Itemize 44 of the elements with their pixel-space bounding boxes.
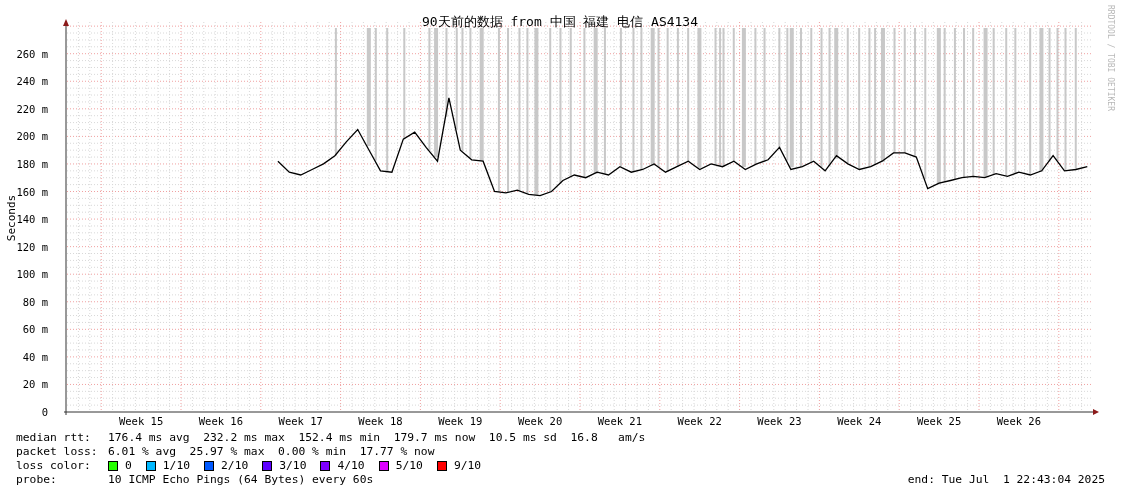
y-tick-label: 60 m	[22, 323, 48, 336]
legend-label: probe:	[16, 473, 58, 487]
x-tick-label: Week 21	[597, 415, 643, 427]
legend-label: median rtt:	[16, 431, 92, 445]
legend-values: 176.4 ms avg 232.2 ms max 152.4 ms min 179.7 ms now 10.5 ms sd 16.8 am/s	[108, 431, 646, 445]
y-tick-label: 180 m	[16, 157, 48, 170]
y-tick-label: 260 m	[16, 47, 48, 60]
x-tick-label: Week 25	[916, 415, 962, 427]
x-tick-label: Week 20	[517, 415, 563, 427]
credit-text: RRDTOOL / TOBI OETIKER	[1106, 5, 1115, 111]
legend-label: packet loss:	[16, 445, 99, 459]
y-axis-title: Seconds	[5, 194, 18, 242]
y-tick-label: 240 m	[16, 75, 48, 88]
y-tick-label: 0	[41, 406, 48, 418]
x-tick-label: Week 22	[677, 415, 722, 427]
y-tick-label: 160 m	[16, 185, 48, 198]
swatch-label: 2/10	[221, 459, 249, 473]
x-tick-label: Week 26	[996, 415, 1042, 427]
y-tick-label: 220 m	[16, 102, 48, 115]
x-tick-label: Week 18	[358, 415, 403, 427]
swatch-label: 3/10	[279, 459, 307, 473]
swatch-label: 4/10	[337, 459, 365, 473]
x-tick-label: Week 17	[278, 415, 323, 427]
y-tick-label: 120 m	[16, 240, 48, 253]
x-tick-label: Week 24	[837, 415, 882, 427]
x-tick-label: Week 16	[198, 415, 244, 427]
swatch-label: 1/10	[162, 459, 191, 473]
chart-title: 90天前的数据 from 中国 福建 电信 AS4134	[421, 14, 699, 29]
y-tick-label: 200 m	[16, 130, 48, 143]
y-tick-label: 100 m	[16, 268, 48, 281]
y-tick-label: 20 m	[22, 378, 48, 391]
probe-text: 10 ICMP Echo Pings (64 Bytes) every 60s	[108, 473, 374, 487]
y-tick-label: 140 m	[16, 213, 48, 226]
y-tick-label: 80 m	[22, 295, 48, 308]
swatch-label: 5/10	[395, 459, 423, 473]
legend-values: 6.01 % avg 25.97 % max 0.00 % min 17.77 % now	[108, 445, 435, 459]
swatch-label: 9/10	[453, 459, 482, 473]
x-tick-label: Week 23	[757, 415, 802, 427]
swatch-label: 0	[125, 459, 132, 473]
y-tick-label: 40 m	[22, 350, 48, 363]
end-time: end: Tue Jul 1 22:43:04 2025	[907, 473, 1105, 487]
x-tick-label: Week 19	[438, 415, 483, 427]
legend-label: loss color:	[16, 459, 92, 473]
x-tick-label: Week 15	[118, 415, 164, 427]
